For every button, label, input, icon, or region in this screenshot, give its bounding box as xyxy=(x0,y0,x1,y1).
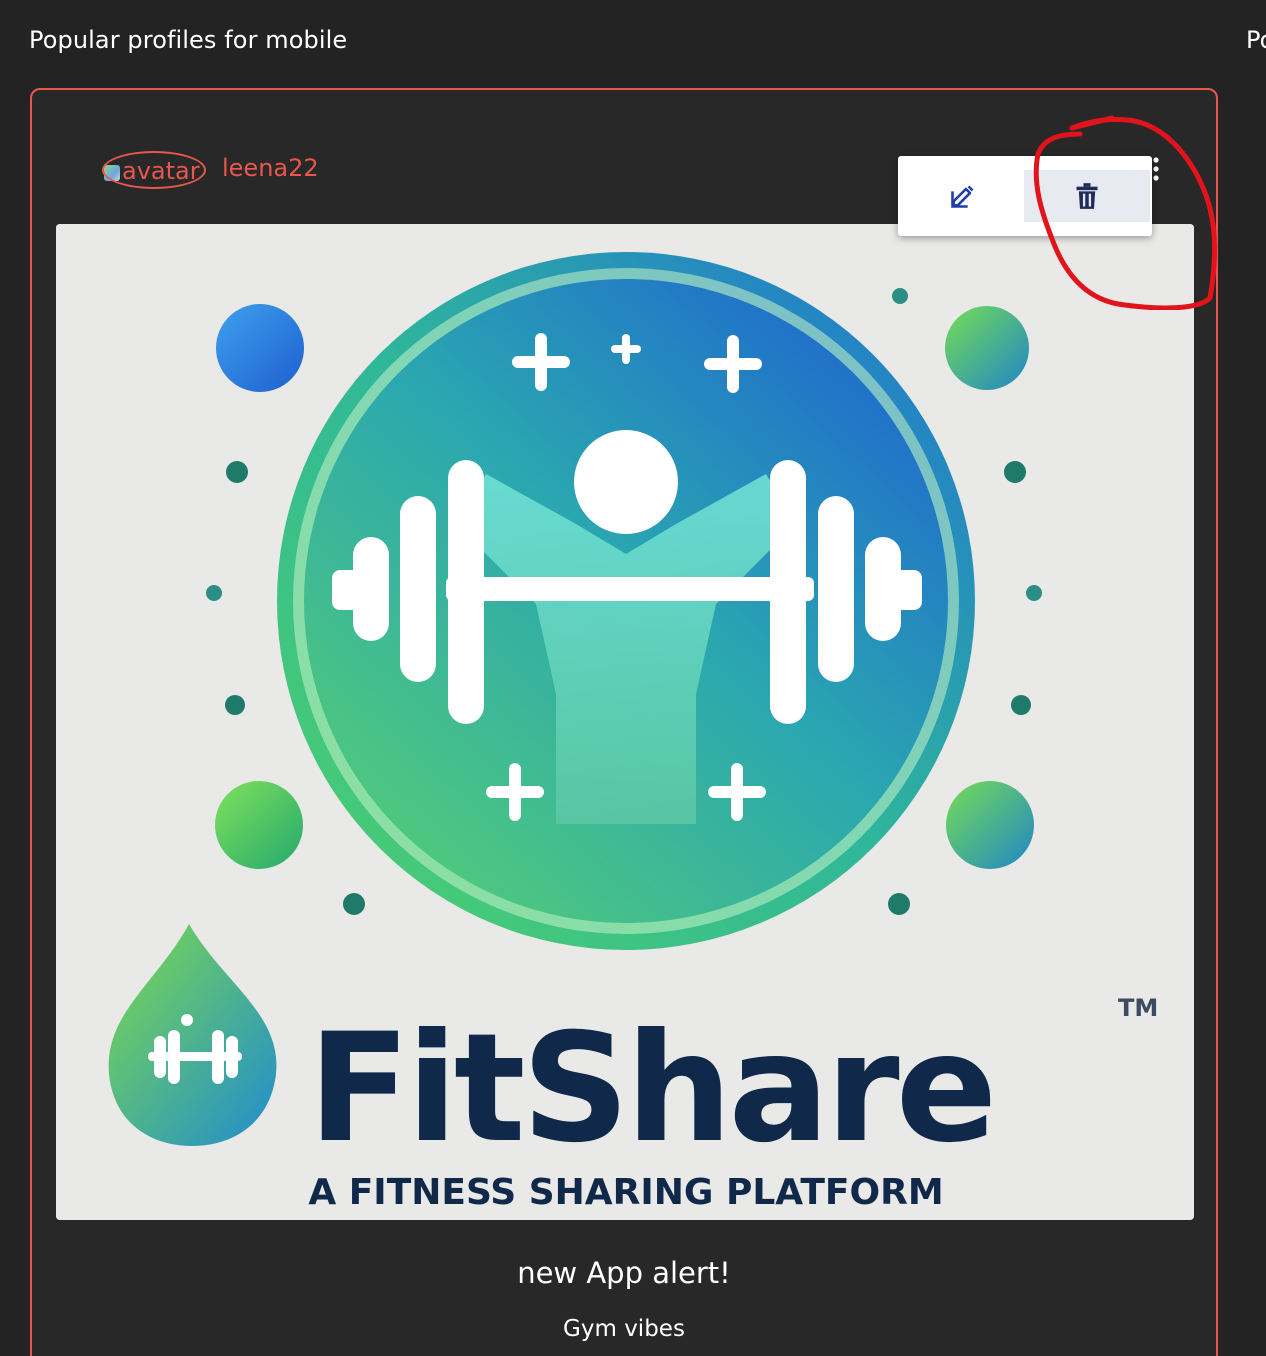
popular-profiles-page: Popular profiles for mobile Po avatar le… xyxy=(0,0,1266,1356)
trademark-mark: TM xyxy=(1118,994,1158,1022)
post-title: new App alert! xyxy=(517,1256,731,1290)
decor-ball-green-2 xyxy=(215,781,303,869)
decor-ball-green-3 xyxy=(946,781,1034,869)
post-caption: Gym vibes xyxy=(563,1316,685,1342)
figure-head xyxy=(574,430,678,534)
brand-name: FitShare xyxy=(308,1002,993,1176)
section-title: Popular profiles for mobile xyxy=(29,26,348,54)
next-section-title: Po xyxy=(1246,26,1266,54)
avatar-annotation-circle xyxy=(102,151,206,189)
delete-button[interactable] xyxy=(1024,170,1150,222)
fitshare-logo-image: FitShare TM A FITNESS SHARING PLATFORM xyxy=(56,224,1194,1220)
username-link[interactable]: leena22 xyxy=(222,152,319,184)
post-action-menu xyxy=(898,156,1152,236)
brand-tagline: A FITNESS SHARING PLATFORM xyxy=(308,1172,943,1213)
decor-ball-blue xyxy=(216,304,304,392)
edit-icon xyxy=(951,185,974,208)
edit-button[interactable] xyxy=(900,170,1026,222)
post-card[interactable]: avatar leena22 FitShare TM A FITNESS SHA… xyxy=(30,88,1218,1356)
trash-icon xyxy=(1076,183,1098,209)
post-image: FitShare TM A FITNESS SHARING PLATFORM xyxy=(56,224,1194,1220)
decor-ball-green-1 xyxy=(945,306,1029,390)
